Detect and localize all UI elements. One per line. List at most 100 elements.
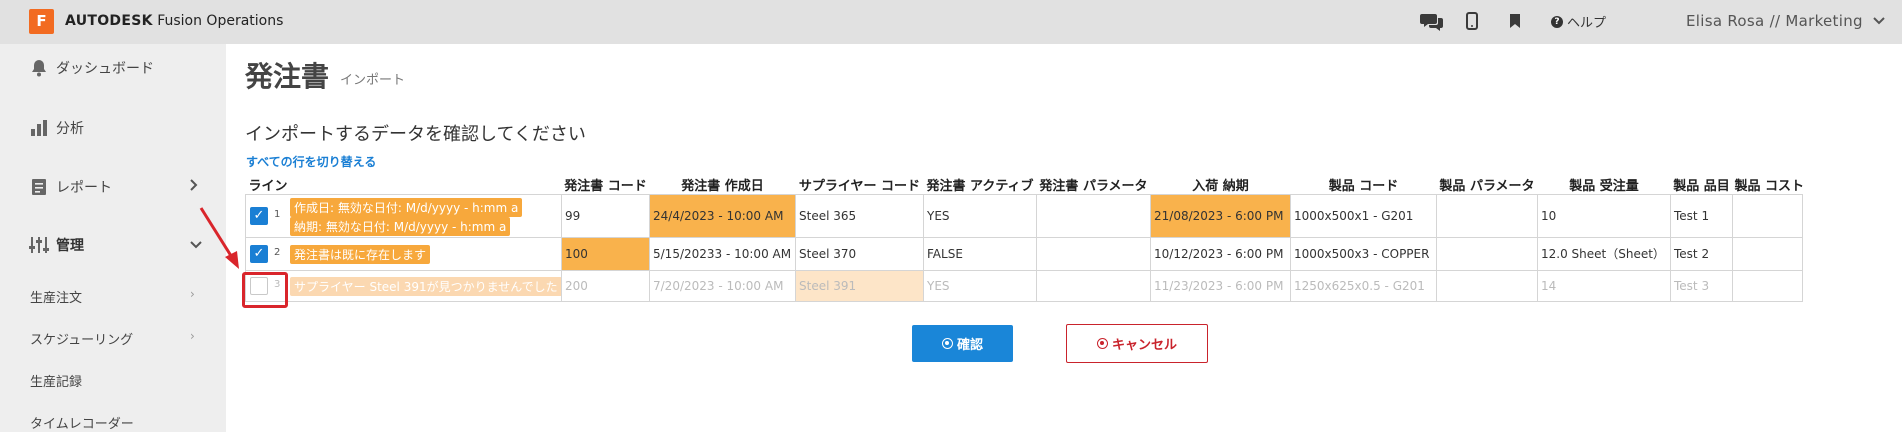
chevron-down-icon bbox=[1873, 17, 1885, 25]
table-cell: 21/08/2023 - 6:00 PM bbox=[1150, 193, 1291, 238]
table-cell: Test 3 bbox=[1670, 269, 1733, 302]
sidebar-subitem-production-records[interactable]: 生産記録 bbox=[30, 371, 82, 390]
column-header: 発注書 コード bbox=[564, 178, 647, 194]
column-header: 発注書 アクティブ bbox=[926, 178, 1034, 194]
sidebar-item-manage[interactable]: 管理 bbox=[0, 234, 226, 256]
column-header: 製品 受注量 bbox=[1569, 178, 1639, 194]
table-cell: 1000x500x1 - G201 bbox=[1290, 193, 1437, 238]
table-header-row: ライン 発注書 コード 発注書 作成日 サプライヤー コード 発注書 アクティブ… bbox=[246, 172, 1803, 194]
toggle-all-rows-link[interactable]: すべての行を切り替える bbox=[246, 153, 376, 170]
column-header: 発注書 作成日 bbox=[681, 178, 764, 194]
table-cell bbox=[1732, 269, 1803, 302]
row-checkbox[interactable]: ✓ bbox=[250, 206, 268, 225]
table-cell: 10 bbox=[1537, 193, 1671, 238]
confirm-icon bbox=[941, 338, 953, 349]
table-cell: 14 bbox=[1537, 269, 1671, 302]
chevron-right-icon: › bbox=[190, 287, 195, 301]
mobile-icon[interactable] bbox=[1466, 10, 1478, 32]
table-cell: YES bbox=[923, 193, 1037, 238]
table-cell: 11/23/2023 - 6:00 PM bbox=[1150, 269, 1291, 302]
table-cell: 7/20/2023 - 10:00 AM bbox=[649, 269, 796, 302]
row-number: 2 bbox=[274, 246, 281, 258]
table-cell: 5/15/20233 - 10:00 AM bbox=[649, 236, 796, 271]
import-preview-table: ライン 発注書 コード 発注書 作成日 サプライヤー コード 発注書 アクティブ… bbox=[245, 172, 1803, 302]
error-tag: 納期: 無効な日付: M/d/yyyy - h:mm a bbox=[290, 216, 511, 236]
sidebar-item-dashboard[interactable]: ダッシュボード bbox=[0, 57, 226, 79]
cancel-button[interactable]: キャンセル bbox=[1066, 324, 1208, 363]
column-header: 製品 品目 bbox=[1673, 178, 1730, 194]
column-header: 発注書 パラメータ bbox=[1039, 178, 1148, 194]
row-checkbox[interactable]: ✓ bbox=[250, 244, 268, 263]
user-label: Elisa Rosa // Marketing bbox=[1686, 12, 1863, 30]
sidebar-subitem-production-orders[interactable]: 生産注文 bbox=[30, 287, 82, 306]
bookmark-icon[interactable] bbox=[1509, 10, 1521, 32]
report-icon bbox=[28, 176, 50, 198]
column-header: ライン bbox=[248, 178, 288, 194]
table-cell: YES bbox=[923, 269, 1037, 302]
chat-icon[interactable] bbox=[1420, 10, 1444, 32]
page-subtitle: インポート bbox=[340, 73, 406, 88]
line-cell: 3 サプライヤー Steel 391が見つかりませんでした bbox=[245, 269, 562, 302]
fusion-logo-icon: F bbox=[29, 9, 54, 34]
top-bar: F AUTODESK Fusion Operations ? ヘルプ Elisa… bbox=[0, 0, 1902, 44]
table-cell: Test 1 bbox=[1670, 193, 1733, 238]
table-cell bbox=[1436, 193, 1538, 238]
table-cell: 24/4/2023 - 10:00 AM bbox=[649, 193, 796, 238]
table-cell bbox=[1436, 269, 1538, 302]
table-cell: Steel 391 bbox=[795, 269, 924, 302]
column-header: サプライヤー コード bbox=[798, 178, 921, 194]
table-cell bbox=[1436, 236, 1538, 271]
column-header: 製品 パラメータ bbox=[1439, 178, 1535, 194]
table-cell: FALSE bbox=[923, 236, 1037, 271]
sidebar-item-label: レポート bbox=[56, 180, 112, 196]
bar-chart-icon bbox=[28, 117, 50, 139]
table-cell: Steel 365 bbox=[795, 193, 924, 238]
table-cell: 100 bbox=[561, 236, 650, 271]
sidebar-subitem-scheduling[interactable]: スケジューリング bbox=[30, 329, 133, 348]
sidebar-subitem-label: タイムレコーダー bbox=[30, 417, 134, 432]
help-label: ヘルプ bbox=[1567, 16, 1607, 31]
user-menu[interactable]: Elisa Rosa // Marketing bbox=[1686, 12, 1885, 30]
help-link[interactable]: ? ヘルプ bbox=[1551, 12, 1606, 31]
row-number: 1 bbox=[274, 208, 281, 220]
error-tag: 作成日: 無効な日付: M/d/yyyy - h:mm a bbox=[290, 197, 523, 217]
sidebar-item-label: 管理 bbox=[56, 238, 84, 254]
sliders-icon bbox=[28, 234, 50, 256]
confirm-label: 確認 bbox=[956, 338, 983, 353]
sidebar-item-analytics[interactable]: 分析 bbox=[0, 117, 226, 139]
table-row: 3 サプライヤー Steel 391が見つかりませんでした 200 7/20/2… bbox=[245, 269, 1803, 302]
table-cell bbox=[1036, 193, 1151, 238]
sidebar-item-label: 分析 bbox=[56, 121, 84, 137]
table-cell: Steel 370 bbox=[795, 236, 924, 271]
table-cell: 1250x625x0.5 - G201 bbox=[1290, 269, 1437, 302]
cancel-icon bbox=[1096, 338, 1108, 349]
sidebar-subitem-label: 生産記録 bbox=[30, 375, 83, 390]
table-row: ✓ 1 作成日: 無効な日付: M/d/yyyy - h:mm a 納期: 無効… bbox=[245, 193, 1803, 238]
table-cell bbox=[1732, 193, 1803, 238]
annotation-arrow-icon bbox=[199, 207, 239, 269]
table-cell bbox=[1732, 236, 1803, 271]
table-cell: 1000x500x3 - COPPER bbox=[1290, 236, 1437, 271]
chevron-right-icon: › bbox=[190, 329, 195, 343]
column-header: 製品 コスト bbox=[1734, 178, 1803, 194]
confirm-button[interactable]: 確認 bbox=[912, 325, 1013, 362]
section-title: インポートするデータを確認してください bbox=[245, 124, 586, 145]
help-icon: ? bbox=[1551, 15, 1563, 28]
page-title: 発注書 bbox=[245, 60, 330, 93]
sidebar-item-reports[interactable]: レポート bbox=[0, 176, 226, 198]
sidebar-item-label: ダッシュボード bbox=[56, 61, 154, 77]
brand-rest: Fusion Operations bbox=[157, 13, 284, 29]
error-tag: 発注書は既に存在します bbox=[290, 244, 431, 264]
chevron-right-icon bbox=[190, 179, 198, 195]
table-cell: 10/12/2023 - 6:00 PM bbox=[1150, 236, 1291, 271]
line-cell: ✓ 2 発注書は既に存在します bbox=[245, 236, 562, 271]
table-cell: 12.0 Sheet（Sheet） bbox=[1537, 236, 1671, 271]
sidebar-subitem-label: スケジューリング bbox=[30, 333, 134, 348]
table-cell: 200 bbox=[561, 269, 650, 302]
table-cell bbox=[1036, 236, 1151, 271]
column-header: 製品 コード bbox=[1328, 178, 1399, 194]
table-cell: 99 bbox=[561, 193, 650, 238]
annotation-highlight-box bbox=[242, 272, 288, 308]
sidebar-subitem-time-recorder[interactable]: タイムレコーダー bbox=[30, 413, 134, 432]
table-cell bbox=[1036, 269, 1151, 302]
